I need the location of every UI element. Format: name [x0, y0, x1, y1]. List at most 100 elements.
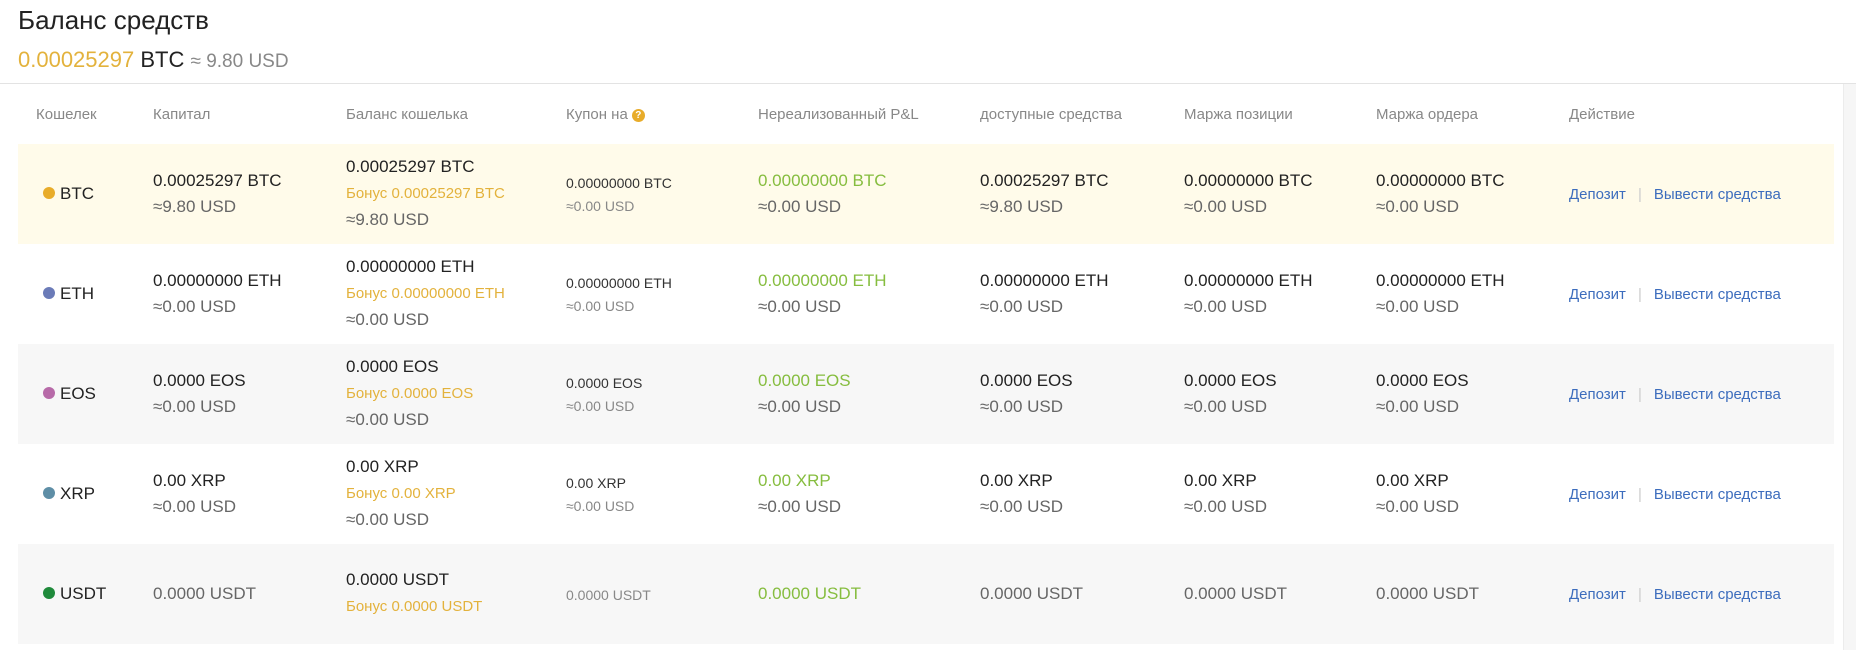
bonus-value: Бонус 0.0000 EOS [346, 385, 474, 402]
available-value: 0.00000000 ETH [980, 271, 1109, 290]
deposit-link[interactable]: Депозит [1569, 586, 1626, 603]
wallet-cell: USDT [43, 584, 106, 604]
position-margin-usd: ≈0.00 USD [1184, 397, 1268, 416]
table-row: USDT 0.0000 USDT 0.0000 USDT Бонус 0.000… [18, 544, 1834, 644]
col-coupon-label: Купон на [566, 106, 628, 123]
coupon-value: 0.0000 USDT [566, 587, 651, 603]
capital-usd: ≈0.00 USD [153, 497, 237, 516]
coupon-cell: 0.00 XRP ≈0.00 USD [566, 472, 634, 518]
withdraw-link[interactable]: Вывести средства [1654, 186, 1781, 203]
available-usd: ≈0.00 USD [980, 497, 1064, 516]
capital-cell: 0.0000 EOS ≈0.00 USD [153, 368, 246, 420]
col-wallet: Кошелек [36, 106, 97, 123]
capital-value: 0.00 XRP [153, 471, 226, 490]
coupon-value: 0.00 XRP [566, 475, 626, 491]
col-unrealized-pnl: Нереализованный P&L [758, 106, 919, 123]
wallet-name: EOS [60, 384, 96, 403]
deposit-link[interactable]: Депозит [1569, 486, 1626, 503]
total-currency: BTC [140, 47, 185, 72]
eos-coin-icon [43, 387, 55, 399]
available-cell: 0.00000000 ETH ≈0.00 USD [980, 268, 1109, 320]
coupon-usd: ≈0.00 USD [566, 498, 635, 514]
col-capital: Капитал [153, 106, 211, 123]
usdt-coin-icon [43, 587, 55, 599]
wallet-name: USDT [60, 584, 107, 603]
balance-value: 0.0000 USDT [346, 570, 449, 589]
order-margin-usd: ≈0.00 USD [1376, 497, 1460, 516]
wallet-cell: XRP [43, 484, 95, 504]
withdraw-link[interactable]: Вывести средства [1654, 386, 1781, 403]
withdraw-link[interactable]: Вывести средства [1654, 586, 1781, 603]
order-margin-value: 0.0000 EOS [1376, 371, 1469, 390]
pnl-usd: ≈0.00 USD [758, 397, 842, 416]
col-action: Действие [1569, 106, 1635, 123]
pnl-cell: 0.00000000 ETH ≈0.00 USD [758, 268, 887, 320]
actions-cell: Депозит | Вывести средства [1569, 185, 1781, 205]
capital-usd: ≈0.00 USD [153, 297, 237, 316]
balance-value: 0.00 XRP [346, 457, 419, 476]
actions-cell: Депозит | Вывести средства [1569, 385, 1781, 405]
vertical-scrollbar[interactable] [1843, 84, 1856, 650]
table-header: Кошелек Капитал Баланс кошелька Купон на… [18, 84, 1834, 144]
coupon-cell: 0.00000000 BTC ≈0.00 USD [566, 172, 672, 218]
balance-value: 0.00025297 BTC [346, 157, 475, 176]
wallet-cell: BTC [43, 184, 94, 204]
deposit-link[interactable]: Депозит [1569, 286, 1626, 303]
total-balance: 0.00025297 BTC ≈ 9.80 USD [18, 46, 289, 76]
pnl-value: 0.00000000 ETH [758, 271, 887, 290]
coupon-cell: 0.0000 EOS ≈0.00 USD [566, 372, 642, 418]
withdraw-link[interactable]: Вывести средства [1654, 486, 1781, 503]
col-coupon: Купон на? [566, 106, 645, 124]
bonus-value: Бонус 0.00 XRP [346, 485, 456, 502]
balance-usd: ≈0.00 USD [346, 510, 430, 529]
coupon-value: 0.0000 EOS [566, 375, 643, 391]
capital-usd: ≈0.00 USD [153, 397, 237, 416]
deposit-link[interactable]: Депозит [1569, 186, 1626, 203]
wallet-balance-cell: 0.00000000 ETH Бонус 0.00000000 ETH ≈0.0… [346, 253, 505, 333]
order-margin-value: 0.00000000 ETH [1376, 271, 1505, 290]
available-value: 0.0000 EOS [980, 371, 1073, 390]
help-icon[interactable]: ? [631, 108, 645, 122]
table-row: EOS 0.0000 EOS ≈0.00 USD 0.0000 EOS Бону… [18, 344, 1834, 444]
bonus-value: Бонус 0.00025297 BTC [346, 185, 505, 202]
wallet-cell: ETH [43, 284, 94, 304]
capital-value: 0.0000 USDT [153, 584, 256, 603]
deposit-link[interactable]: Депозит [1569, 386, 1626, 403]
capital-value: 0.00000000 ETH [153, 271, 282, 290]
order-margin-usd: ≈0.00 USD [1376, 197, 1460, 216]
pnl-cell: 0.00000000 BTC ≈0.00 USD [758, 168, 887, 220]
capital-usd: ≈9.80 USD [153, 197, 237, 216]
bonus-value: Бонус 0.0000 USDT [346, 598, 483, 615]
position-margin-usd: ≈0.00 USD [1184, 197, 1268, 216]
balance-usd: ≈0.00 USD [346, 310, 430, 329]
col-position-margin: Маржа позиции [1184, 106, 1293, 123]
pnl-usd: ≈0.00 USD [758, 297, 842, 316]
actions-cell: Депозит | Вывести средства [1569, 585, 1781, 605]
capital-cell: 0.00000000 ETH ≈0.00 USD [153, 268, 282, 320]
pnl-value: 0.0000 EOS [758, 371, 851, 390]
action-separator: | [1637, 586, 1642, 603]
withdraw-link[interactable]: Вывести средства [1654, 286, 1781, 303]
table-row: ETH 0.00000000 ETH ≈0.00 USD 0.00000000 … [18, 244, 1834, 344]
col-available: доступные средства [980, 106, 1122, 123]
position-margin-value: 0.0000 EOS [1184, 371, 1277, 390]
xrp-coin-icon [43, 487, 55, 499]
order-margin-cell: 0.00 XRP ≈0.00 USD [1376, 468, 1459, 520]
position-margin-usd: ≈0.00 USD [1184, 497, 1268, 516]
wallet-balance-cell: 0.00025297 BTC Бонус 0.00025297 BTC ≈9.8… [346, 153, 505, 233]
pnl-usd: ≈0.00 USD [758, 497, 842, 516]
page-header: Баланс средств 0.00025297 BTC ≈ 9.80 USD [0, 0, 1856, 84]
order-margin-cell: 0.0000 EOS ≈0.00 USD [1376, 368, 1469, 420]
wallet-cell: EOS [43, 384, 96, 404]
coupon-value: 0.00000000 ETH [566, 275, 672, 291]
coupon-usd: ≈0.00 USD [566, 198, 635, 214]
wallet-balance-cell: 0.00 XRP Бонус 0.00 XRP ≈0.00 USD [346, 453, 456, 533]
action-separator: | [1637, 186, 1642, 203]
capital-value: 0.0000 EOS [153, 371, 246, 390]
pnl-value: 0.00000000 BTC [758, 171, 887, 190]
capital-value: 0.00025297 BTC [153, 171, 282, 190]
btc-coin-icon [43, 187, 55, 199]
total-amount: 0.00025297 [18, 47, 135, 72]
action-separator: | [1637, 286, 1642, 303]
order-margin-cell: 0.00000000 ETH ≈0.00 USD [1376, 268, 1505, 320]
